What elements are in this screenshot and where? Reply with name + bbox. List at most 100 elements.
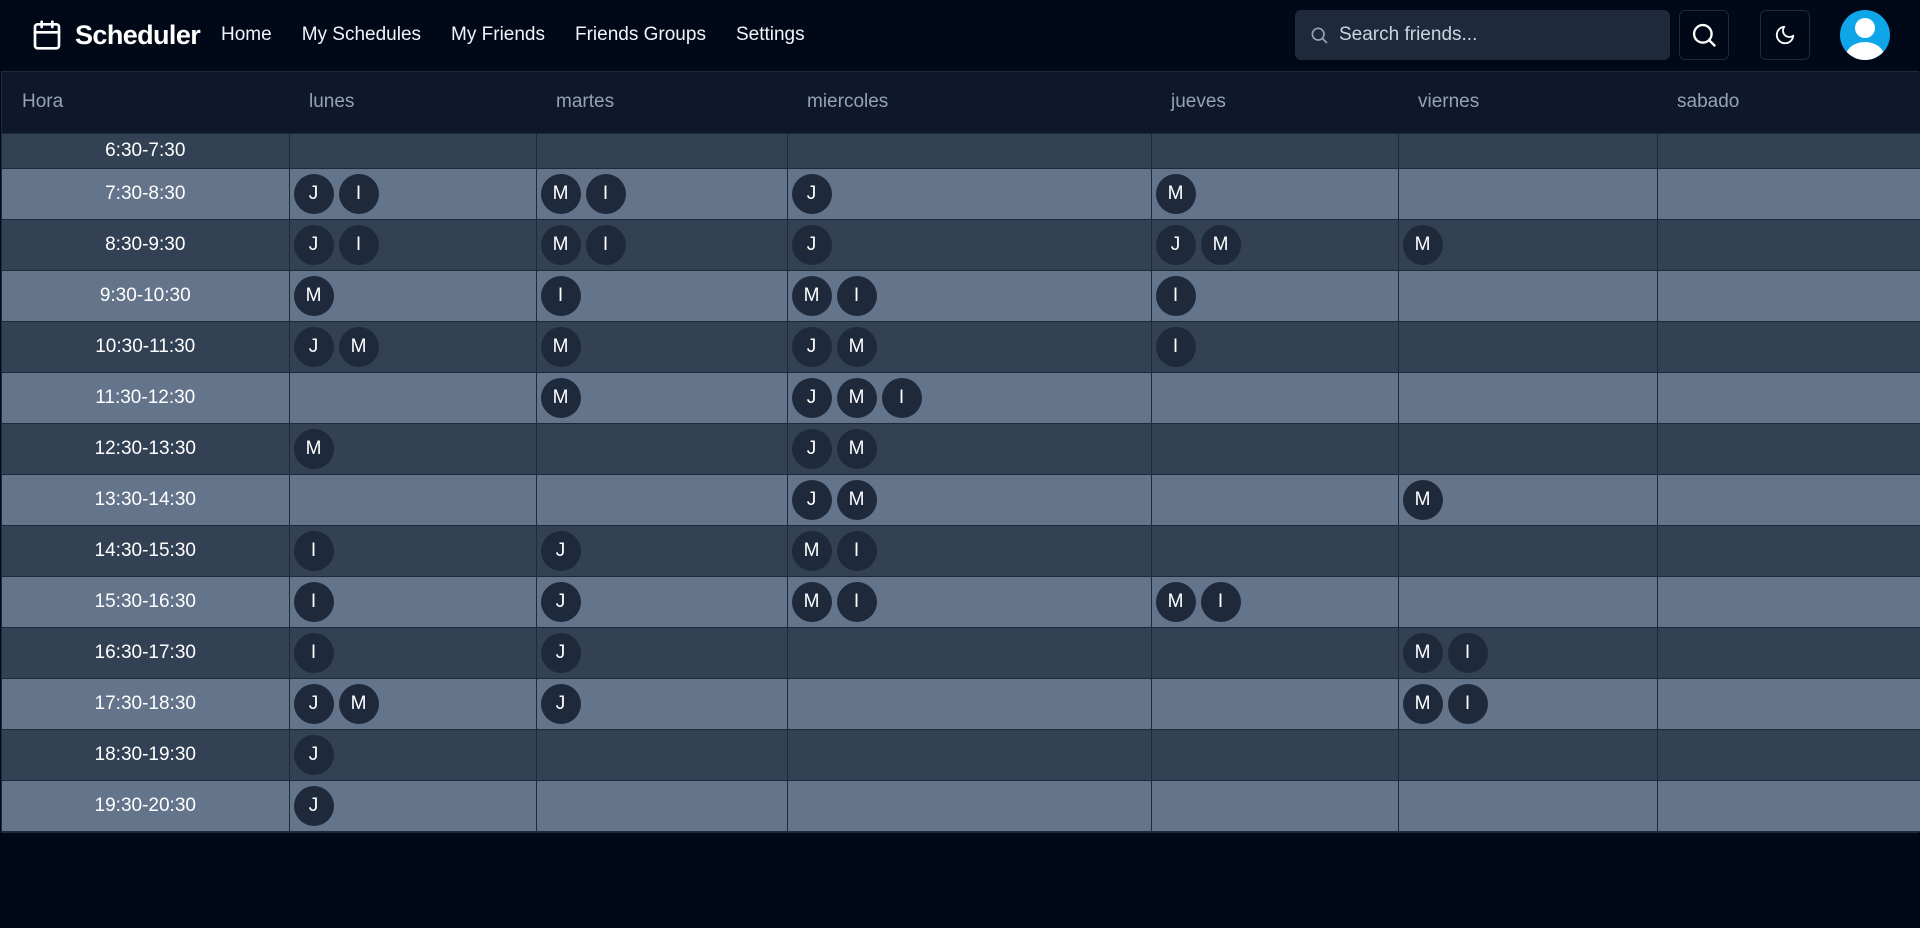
avatar[interactable]	[1840, 10, 1890, 60]
schedule-cell-lunes[interactable]: I	[289, 525, 537, 577]
schedule-cell-miercoles[interactable]	[787, 627, 1152, 679]
schedule-cell-jueves[interactable]	[1151, 474, 1399, 526]
friend-avatar-chip[interactable]: I	[1447, 683, 1488, 724]
friend-avatar-chip[interactable]: J	[293, 326, 334, 367]
schedule-cell-viernes[interactable]	[1398, 168, 1658, 220]
schedule-cell-viernes[interactable]	[1398, 576, 1658, 628]
friend-avatar-chip[interactable]: J	[293, 734, 334, 775]
schedule-cell-viernes[interactable]	[1398, 780, 1658, 832]
friend-avatar-chip[interactable]: M	[1155, 581, 1196, 622]
schedule-cell-sabado[interactable]	[1657, 219, 1920, 271]
friend-avatar-chip[interactable]: M	[293, 275, 334, 316]
schedule-cell-miercoles[interactable]: MI	[787, 576, 1152, 628]
friend-avatar-chip[interactable]: M	[540, 173, 581, 214]
nav-home[interactable]: Home	[221, 24, 272, 46]
schedule-cell-miercoles[interactable]: JM	[787, 423, 1152, 475]
friend-avatar-chip[interactable]: I	[585, 173, 626, 214]
friend-avatar-chip[interactable]: M	[836, 479, 877, 520]
search-button[interactable]	[1679, 10, 1729, 60]
schedule-cell-martes[interactable]	[536, 780, 788, 832]
schedule-cell-miercoles[interactable]: MI	[787, 270, 1152, 322]
schedule-cell-sabado[interactable]	[1657, 168, 1920, 220]
friend-avatar-chip[interactable]: I	[836, 581, 877, 622]
schedule-cell-jueves[interactable]	[1151, 133, 1399, 169]
schedule-cell-sabado[interactable]	[1657, 133, 1920, 169]
schedule-cell-martes[interactable]	[536, 474, 788, 526]
schedule-cell-miercoles[interactable]	[787, 133, 1152, 169]
schedule-cell-miercoles[interactable]: JMI	[787, 372, 1152, 424]
friend-avatar-chip[interactable]: M	[1402, 479, 1443, 520]
schedule-cell-sabado[interactable]	[1657, 678, 1920, 730]
schedule-cell-viernes[interactable]	[1398, 372, 1658, 424]
schedule-cell-viernes[interactable]	[1398, 321, 1658, 373]
schedule-cell-sabado[interactable]	[1657, 627, 1920, 679]
schedule-cell-miercoles[interactable]: MI	[787, 525, 1152, 577]
friend-avatar-chip[interactable]: M	[836, 377, 877, 418]
schedule-cell-lunes[interactable]: M	[289, 270, 537, 322]
search-input[interactable]	[1339, 24, 1659, 46]
schedule-cell-lunes[interactable]: JM	[289, 321, 537, 373]
nav-my-friends[interactable]: My Friends	[451, 24, 545, 46]
schedule-cell-sabado[interactable]	[1657, 423, 1920, 475]
friend-avatar-chip[interactable]: J	[791, 428, 832, 469]
friend-avatar-chip[interactable]: J	[791, 326, 832, 367]
friend-avatar-chip[interactable]: I	[1155, 326, 1196, 367]
brand[interactable]: Scheduler	[31, 17, 201, 53]
schedule-cell-lunes[interactable]	[289, 474, 537, 526]
schedule-cell-viernes[interactable]	[1398, 729, 1658, 781]
schedule-cell-viernes[interactable]	[1398, 525, 1658, 577]
nav-friends-groups[interactable]: Friends Groups	[575, 24, 706, 46]
friend-avatar-chip[interactable]: J	[540, 632, 581, 673]
friend-avatar-chip[interactable]: M	[540, 326, 581, 367]
friend-avatar-chip[interactable]: J	[540, 683, 581, 724]
friend-avatar-chip[interactable]: I	[293, 632, 334, 673]
friend-avatar-chip[interactable]: M	[338, 683, 379, 724]
friend-avatar-chip[interactable]: J	[540, 581, 581, 622]
friend-avatar-chip[interactable]: M	[540, 377, 581, 418]
schedule-cell-viernes[interactable]	[1398, 133, 1658, 169]
schedule-cell-martes[interactable]: MI	[536, 219, 788, 271]
friend-avatar-chip[interactable]: J	[791, 479, 832, 520]
schedule-cell-jueves[interactable]	[1151, 525, 1399, 577]
friend-avatar-chip[interactable]: M	[791, 530, 832, 571]
friend-avatar-chip[interactable]: M	[791, 581, 832, 622]
schedule-cell-sabado[interactable]	[1657, 474, 1920, 526]
schedule-cell-miercoles[interactable]	[787, 780, 1152, 832]
schedule-cell-viernes[interactable]	[1398, 270, 1658, 322]
friend-avatar-chip[interactable]: M	[1155, 173, 1196, 214]
friend-avatar-chip[interactable]: J	[540, 530, 581, 571]
schedule-cell-jueves[interactable]	[1151, 780, 1399, 832]
schedule-cell-lunes[interactable]: JI	[289, 168, 537, 220]
friend-avatar-chip[interactable]: I	[293, 530, 334, 571]
schedule-cell-martes[interactable]: M	[536, 372, 788, 424]
schedule-cell-miercoles[interactable]: JM	[787, 321, 1152, 373]
schedule-cell-viernes[interactable]: M	[1398, 219, 1658, 271]
friend-avatar-chip[interactable]: M	[1200, 224, 1241, 265]
schedule-cell-sabado[interactable]	[1657, 372, 1920, 424]
schedule-cell-viernes[interactable]: M	[1398, 474, 1658, 526]
schedule-cell-jueves[interactable]	[1151, 627, 1399, 679]
schedule-cell-lunes[interactable]: J	[289, 729, 537, 781]
schedule-cell-martes[interactable]: I	[536, 270, 788, 322]
schedule-cell-lunes[interactable]: I	[289, 576, 537, 628]
schedule-cell-jueves[interactable]: I	[1151, 270, 1399, 322]
schedule-cell-martes[interactable]	[536, 423, 788, 475]
schedule-cell-lunes[interactable]: I	[289, 627, 537, 679]
schedule-cell-martes[interactable]: J	[536, 678, 788, 730]
friend-avatar-chip[interactable]: J	[791, 173, 832, 214]
schedule-cell-martes[interactable]	[536, 133, 788, 169]
friend-avatar-chip[interactable]: J	[293, 683, 334, 724]
friend-avatar-chip[interactable]: I	[836, 530, 877, 571]
schedule-cell-sabado[interactable]	[1657, 576, 1920, 628]
schedule-cell-viernes[interactable]: MI	[1398, 627, 1658, 679]
schedule-cell-martes[interactable]	[536, 729, 788, 781]
schedule-cell-lunes[interactable]: J	[289, 780, 537, 832]
friend-avatar-chip[interactable]: I	[1155, 275, 1196, 316]
friend-avatar-chip[interactable]: I	[338, 224, 379, 265]
schedule-cell-martes[interactable]: MI	[536, 168, 788, 220]
schedule-cell-sabado[interactable]	[1657, 321, 1920, 373]
schedule-cell-miercoles[interactable]: J	[787, 168, 1152, 220]
nav-my-schedules[interactable]: My Schedules	[302, 24, 421, 46]
schedule-cell-jueves[interactable]: JM	[1151, 219, 1399, 271]
schedule-cell-jueves[interactable]	[1151, 729, 1399, 781]
